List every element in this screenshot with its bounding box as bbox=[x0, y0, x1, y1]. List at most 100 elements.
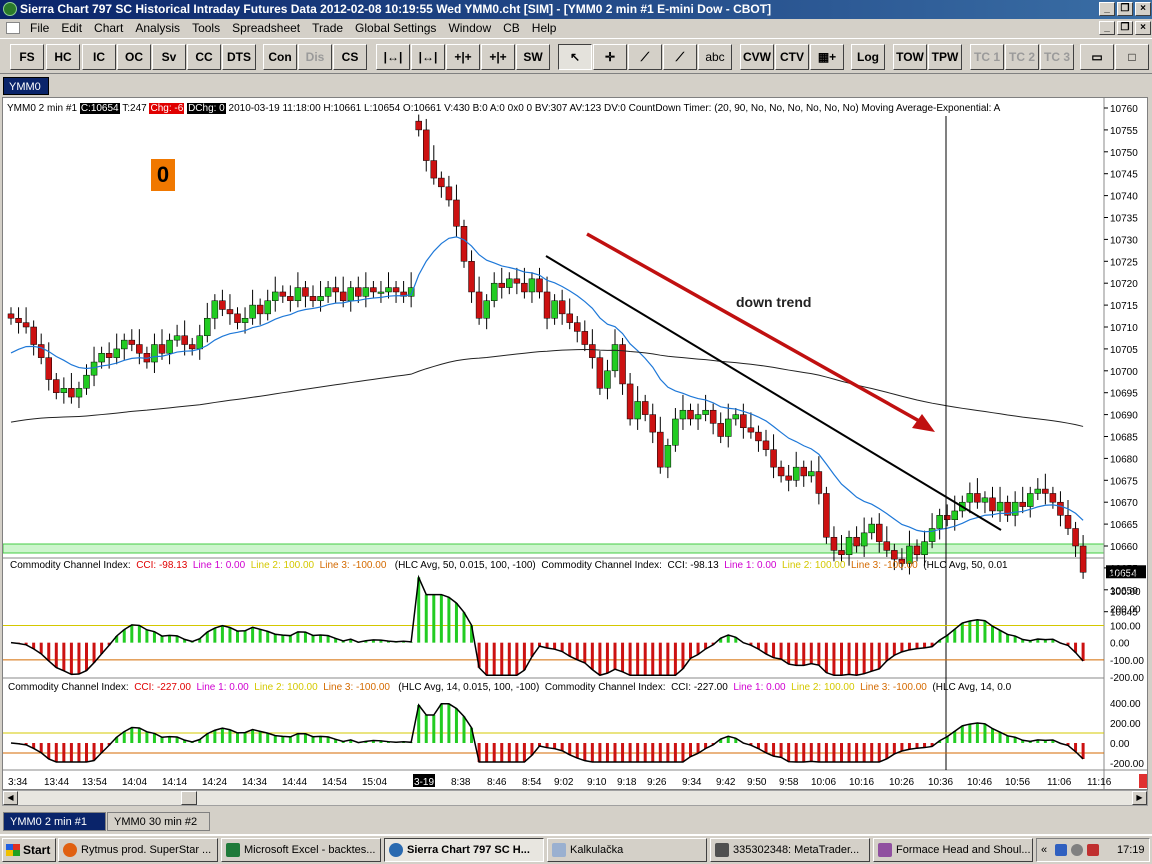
menu-spreadsheet[interactable]: Spreadsheet bbox=[226, 19, 306, 37]
menu-chart[interactable]: Chart bbox=[88, 19, 129, 37]
scroll-left-arrow-icon[interactable]: ◀ bbox=[3, 791, 18, 805]
log-button[interactable]: Log bbox=[851, 44, 885, 70]
candle-body bbox=[385, 287, 392, 293]
scrollbar-thumb[interactable] bbox=[181, 791, 197, 805]
tc1-button[interactable]: TC 1 bbox=[970, 44, 1004, 70]
taskbar-item-calculator[interactable]: Kalkulačka bbox=[547, 838, 707, 862]
scroll-right-icon[interactable]: +|+ bbox=[481, 44, 515, 70]
menu-trade[interactable]: Trade bbox=[306, 19, 349, 37]
menu-help[interactable]: Help bbox=[526, 19, 563, 37]
hc-button[interactable]: HC bbox=[46, 44, 80, 70]
candle-body bbox=[219, 300, 226, 310]
dts-button[interactable]: DTS bbox=[222, 44, 256, 70]
time-axis-label: 8:38 bbox=[451, 777, 471, 788]
tpw-button[interactable]: TPW bbox=[928, 44, 962, 70]
sv-button[interactable]: Sv bbox=[152, 44, 186, 70]
rectangle-icon[interactable]: ▭ bbox=[1080, 44, 1114, 70]
taskbar-item-sierra-chart[interactable]: Sierra Chart 797 SC H... bbox=[384, 838, 544, 862]
zoom-out-icon[interactable]: |↔| bbox=[376, 44, 410, 70]
dis-button[interactable]: Dis bbox=[298, 44, 332, 70]
ctv-button[interactable]: CTV bbox=[775, 44, 809, 70]
oc-button[interactable]: OC bbox=[117, 44, 151, 70]
sheet-tab-2min[interactable]: YMM0 2 min #1 bbox=[3, 812, 106, 831]
candle-body bbox=[1079, 545, 1087, 573]
menu-edit[interactable]: Edit bbox=[55, 19, 88, 37]
menu-file[interactable]: File bbox=[24, 19, 55, 37]
minimize-button[interactable]: _ bbox=[1099, 2, 1115, 16]
horizontal-scrollbar[interactable]: ◀ ▶ bbox=[2, 790, 1148, 806]
candle-body bbox=[543, 291, 551, 319]
candle-body bbox=[762, 440, 770, 450]
candle-body bbox=[551, 300, 558, 319]
candle-body bbox=[324, 287, 332, 297]
ray-tool-icon[interactable]: ⟋ bbox=[663, 44, 697, 70]
zoom-in-icon[interactable]: |↔| bbox=[411, 44, 445, 70]
mdi-close-button[interactable]: × bbox=[1135, 21, 1151, 35]
time-axis-label: 9:34 bbox=[682, 777, 702, 788]
window-title: Sierra Chart 797 SC Historical Intraday … bbox=[20, 2, 772, 16]
crosshair-tool-icon[interactable]: ✛ bbox=[593, 44, 627, 70]
sheet-tab-30min[interactable]: YMM0 30 min #2 bbox=[107, 812, 210, 831]
menu-window[interactable]: Window bbox=[442, 19, 497, 37]
cc-button[interactable]: CC bbox=[187, 44, 221, 70]
candle-body bbox=[649, 414, 656, 433]
chart-tab-ymm0[interactable]: YMM0 bbox=[3, 77, 49, 95]
scroll-left-icon[interactable]: +|+ bbox=[446, 44, 480, 70]
candle-body bbox=[679, 409, 687, 420]
menu-tools[interactable]: Tools bbox=[186, 19, 226, 37]
scroll-right-arrow-icon[interactable]: ▶ bbox=[1132, 791, 1147, 805]
candle-body bbox=[7, 313, 15, 319]
candle-body bbox=[989, 497, 996, 512]
tc3-button[interactable]: TC 3 bbox=[1040, 44, 1074, 70]
document-icon bbox=[878, 843, 892, 857]
tray-expand-icon[interactable]: « bbox=[1041, 839, 1047, 861]
time-axis-label: 14:54 bbox=[322, 777, 347, 788]
sw-button[interactable]: SW bbox=[516, 44, 550, 70]
candle-body bbox=[1027, 493, 1034, 507]
menu-global-settings[interactable]: Global Settings bbox=[349, 19, 442, 37]
taskbar-item-excel[interactable]: Microsoft Excel - backtes... bbox=[221, 838, 381, 862]
chart-area[interactable]: 10760 10755 10750 10745 10740 10735 10730 10725… bbox=[2, 97, 1148, 790]
pointer-tool-icon[interactable]: ↖ bbox=[558, 44, 592, 70]
security-icon[interactable] bbox=[1087, 844, 1099, 856]
candle-body bbox=[823, 493, 830, 538]
taskbar-item-metatrader[interactable]: 335302348: MetaTrader... bbox=[710, 838, 870, 862]
text-tool-button[interactable]: abc bbox=[698, 44, 732, 70]
mdi-minimize-button[interactable]: _ bbox=[1099, 21, 1115, 35]
square-icon[interactable]: □ bbox=[1115, 44, 1149, 70]
time-axis-label: 15:04 bbox=[362, 777, 387, 788]
cs-button[interactable]: CS bbox=[333, 44, 367, 70]
cvw-button[interactable]: CVW bbox=[740, 44, 774, 70]
taskbar-item-formace[interactable]: Formace Head and Shoul... bbox=[873, 838, 1033, 862]
price-tick-label: 10755 bbox=[1110, 126, 1138, 137]
close-button[interactable]: × bbox=[1135, 2, 1151, 16]
mdi-restore-button[interactable]: ❐ bbox=[1117, 21, 1133, 35]
restore-button[interactable]: ❐ bbox=[1117, 2, 1133, 16]
menu-analysis[interactable]: Analysis bbox=[129, 19, 186, 37]
tow-button[interactable]: TOW bbox=[893, 44, 927, 70]
candle-body bbox=[657, 431, 664, 468]
candle-body bbox=[943, 515, 951, 520]
con-button[interactable]: Con bbox=[263, 44, 297, 70]
tc2-button[interactable]: TC 2 bbox=[1005, 44, 1039, 70]
candle-body bbox=[483, 300, 490, 319]
price-tick-label: 10695 bbox=[1110, 389, 1138, 400]
candle-body bbox=[113, 348, 120, 358]
menu-cb[interactable]: CB bbox=[497, 19, 526, 37]
start-button[interactable]: Start bbox=[2, 838, 56, 862]
taskbar-item-firefox[interactable]: Rytmus prod. SuperStar ... bbox=[58, 838, 218, 862]
sierra-chart-icon bbox=[3, 2, 17, 16]
network-icon[interactable] bbox=[1055, 844, 1067, 856]
candle-body bbox=[204, 317, 211, 337]
volume-icon[interactable] bbox=[1071, 844, 1083, 856]
price-tick-label: 10680 bbox=[1110, 454, 1138, 465]
info-change: Chg: -6 bbox=[149, 103, 185, 114]
price-tick-label: 10745 bbox=[1110, 170, 1138, 181]
grid-tool-icon[interactable]: ▦+ bbox=[810, 44, 844, 70]
fs-button[interactable]: FS bbox=[10, 44, 44, 70]
globe-icon bbox=[389, 843, 403, 857]
candle-body bbox=[90, 361, 98, 376]
mdi-controls: _ ❐ × bbox=[1099, 21, 1151, 35]
ic-button[interactable]: IC bbox=[82, 44, 116, 70]
line-tool-icon[interactable]: ⟋ bbox=[628, 44, 662, 70]
